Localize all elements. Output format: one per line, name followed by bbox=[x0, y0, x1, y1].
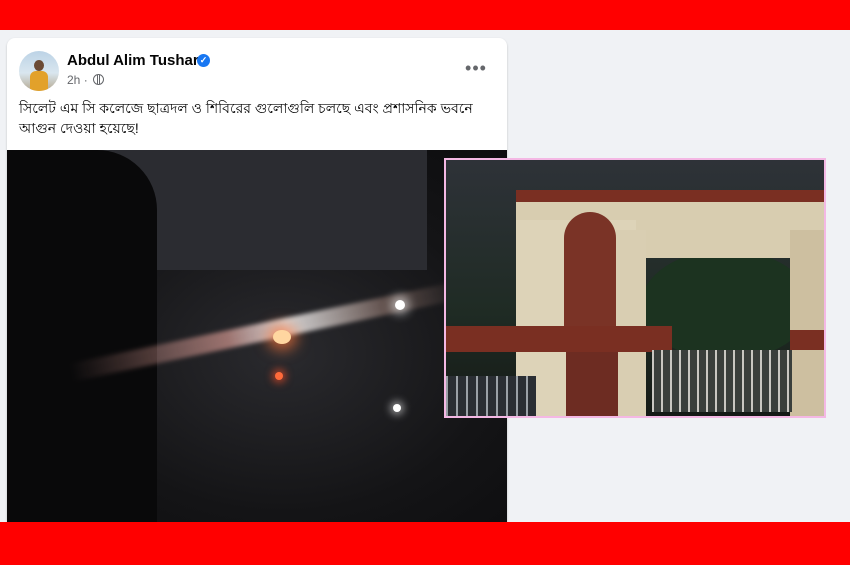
video-light bbox=[393, 404, 401, 412]
verified-badge-icon: ✓ bbox=[197, 54, 210, 67]
video-light bbox=[273, 330, 291, 344]
meta-separator: · bbox=[83, 73, 92, 87]
video-light bbox=[395, 300, 405, 310]
top-red-banner bbox=[0, 0, 850, 30]
inset-arch-window bbox=[564, 212, 616, 332]
avatar[interactable] bbox=[19, 51, 59, 91]
avatar-head bbox=[34, 60, 44, 71]
inset-ledge bbox=[790, 330, 824, 350]
more-options-icon[interactable]: ••• bbox=[462, 58, 490, 78]
inset-ledge bbox=[446, 326, 672, 352]
inset-building-photo bbox=[444, 158, 826, 418]
bottom-red-banner bbox=[0, 522, 850, 565]
post-author[interactable]: Abdul Alim Tushar bbox=[67, 52, 199, 69]
post-time[interactable]: 2h bbox=[67, 73, 80, 87]
inset-gate bbox=[652, 350, 792, 412]
video-light bbox=[275, 372, 283, 380]
inset-column bbox=[616, 230, 646, 416]
video-trees bbox=[7, 150, 157, 522]
post-meta: 2h · bbox=[67, 73, 105, 87]
inset-door bbox=[566, 352, 618, 416]
globe-icon[interactable] bbox=[93, 74, 105, 85]
avatar-body bbox=[30, 71, 48, 91]
inset-railing bbox=[446, 376, 536, 416]
inset-column bbox=[790, 230, 824, 416]
post-caption: সিলেট এম সি কলেজে ছাত্রদল ও শিবিরের গুলো… bbox=[19, 100, 473, 136]
facebook-post: Abdul Alim Tushar ✓ 2h · ••• সিলেট এম সি… bbox=[7, 38, 507, 522]
post-video[interactable] bbox=[7, 150, 507, 522]
